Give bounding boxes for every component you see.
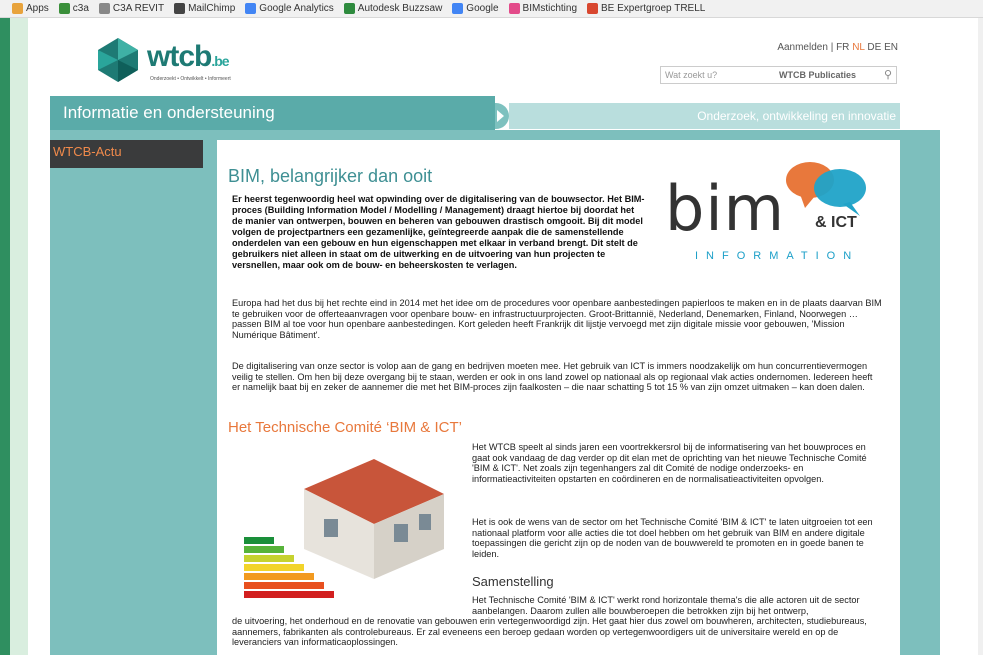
nav-research[interactable]: Onderzoek, ontwikkeling en innovatie [509,103,900,129]
lang-nl[interactable]: NL [852,42,864,53]
bookmark-label: MailChimp [188,3,236,14]
language-switcher: Aanmelden | FR NL DE EN [777,42,898,53]
bimstichting-icon [508,3,520,14]
nav-arrow-icon[interactable] [495,103,509,129]
scrollbar[interactable] [978,18,983,655]
logo-suffix: .be [211,53,229,69]
lang-de[interactable]: DE [867,42,881,53]
google-icon [245,3,257,14]
bookmark-3[interactable]: MailChimp [174,3,235,14]
subsection-paragraph-b: de uitvoering, het onderhoud en de renov… [232,616,867,647]
search-icon[interactable]: ⚲ [884,68,892,81]
subsection-title: Samenstelling [472,574,554,589]
logo-text: wtcb [147,40,212,73]
bookmark-label: Google Analytics [259,3,334,14]
logo-tagline: Onderzoekt • Ontwikkelt • Informeert [150,76,231,82]
search-scope[interactable]: WTCB Publicaties [779,70,856,80]
bookmarks-bar: Apps c3a C3A REVIT MailChimp Google Analytic… [0,0,983,18]
google-icon [452,3,464,14]
site-header: wtcb.be Onderzoekt • Ontwikkelt • Inform… [50,26,900,94]
search-input[interactable]: Wat zoekt u? [665,70,765,80]
nav-information[interactable]: Informatie en ondersteuning [50,96,495,130]
section-paragraph-1: Het WTCB speelt al sinds jaren een voort… [472,442,867,484]
wtcb-logo-icon[interactable] [94,36,142,84]
article-lead: Er heerst tegenwoordig heel wat opwindin… [232,194,645,270]
left-decoration-light [10,18,28,655]
bookmark-label: BE Expertgroep TRELL [601,3,706,14]
mailchimp-icon [174,3,186,14]
bookmark-5[interactable]: Autodesk Buzzsaw [343,3,443,14]
house-illustration [244,459,444,598]
buzzsaw-icon [343,3,355,14]
page-icon [98,3,110,14]
sidebar-item-label: WTCB-Actu [53,144,122,159]
lang-en[interactable]: EN [884,42,898,53]
bookmark-label: c3a [72,3,89,14]
login-link[interactable]: Aanmelden [777,42,828,53]
bookmark-label: Google [466,3,499,14]
apps-grid-icon [12,3,23,14]
left-decoration [0,18,10,655]
bookmark-2[interactable]: C3A REVIT [98,3,165,14]
section-paragraph-2: Het is ook de wens van de sector om het … [472,517,873,559]
bookmark-label: Autodesk Buzzsaw [357,3,443,14]
section-title: Het Technische Comité ‘BIM & ICT’ [228,419,462,436]
article-title: BIM, belangrijker dan ooit [228,166,433,186]
trello-icon [587,3,599,14]
separator: | [830,42,834,53]
lang-fr[interactable]: FR [836,42,849,53]
bookmark-4[interactable]: Google Analytics [245,3,334,14]
logo-wordmark[interactable]: wtcb.be [147,40,230,74]
sidebar-item-wtcb-actu[interactable]: WTCB-Actu [50,140,203,168]
subsection-paragraph: Het Technische Comité 'BIM & ICT' werkt … [232,595,882,648]
bookmark-label: C3A REVIT [112,3,165,14]
bookmark-8[interactable]: BE Expertgroep TRELL [587,3,705,14]
bookmark-label: Apps [26,3,49,14]
bookmark-1[interactable]: c3a [58,3,89,14]
article-paragraph-2: De digitalisering van onze sector is vol… [232,361,873,392]
bookmark-0[interactable]: Apps [12,3,49,14]
bookmark-label: BIMstichting [522,3,578,14]
bookmark-6[interactable]: Google [452,3,499,14]
search-bar[interactable]: Wat zoekt u? WTCB Publicaties ⚲ [660,66,897,84]
c3a-icon [58,3,70,14]
subsection-paragraph-a: Het Technische Comité 'BIM & ICT' werkt … [472,595,860,616]
article-paragraph-1: Europa had het dus bij het rechte eind i… [232,298,882,340]
bookmark-7[interactable]: BIMstichting [508,3,578,14]
